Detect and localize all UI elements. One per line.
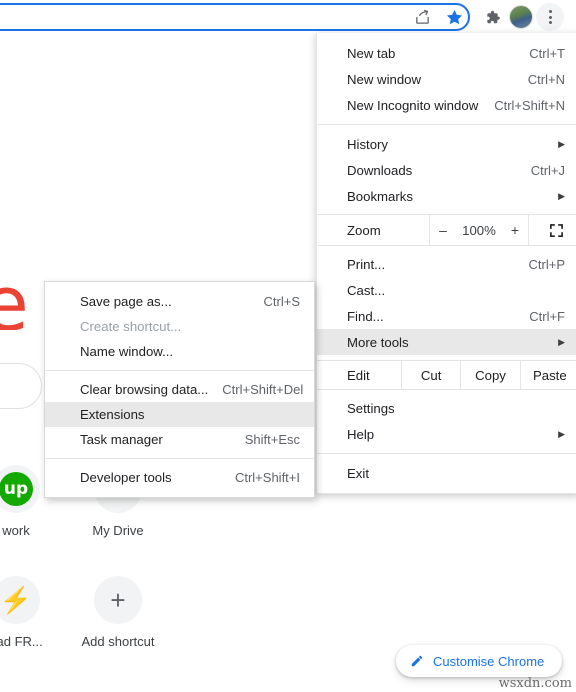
menu-item-settings[interactable]: Settings	[317, 395, 576, 421]
three-dot-menu-icon[interactable]	[536, 3, 564, 31]
menu-item-shortcut: Ctrl+J	[530, 162, 565, 178]
more-tools-submenu: Save page as... Ctrl+S Create shortcut..…	[44, 281, 315, 498]
submenu-item-label: Save page as...	[80, 294, 172, 309]
chevron-right-icon: ▶	[558, 336, 565, 347]
submenu-item-shortcut: Shift+Esc	[244, 432, 300, 447]
edit-row: Edit Cut Copy Paste	[317, 360, 576, 390]
menu-item-label: More tools	[347, 334, 409, 350]
paste-button[interactable]: Paste	[519, 361, 576, 389]
menu-item-shortcut: Ctrl+T	[529, 45, 565, 61]
zoom-level-value: 100%	[462, 222, 496, 238]
menu-button-background	[536, 3, 564, 31]
customise-chrome-button[interactable]: Customise Chrome	[396, 645, 563, 677]
avatar-image	[509, 5, 533, 29]
submenu-item-shortcut: Ctrl+S	[263, 294, 300, 309]
zoom-in-button[interactable]: +	[502, 222, 528, 238]
menu-item-label: Help	[347, 426, 375, 442]
profile-avatar[interactable]	[507, 3, 535, 31]
bookmark-star-icon[interactable]	[440, 3, 468, 31]
puzzle-extensions-icon[interactable]	[478, 3, 506, 31]
shortcut-tile-label: My Drive	[92, 523, 144, 538]
menu-item-label: Settings	[347, 400, 395, 416]
submenu-item-label: Name window...	[80, 344, 174, 359]
menu-item-cast[interactable]: Cast...	[317, 277, 576, 303]
menu-dot	[548, 15, 552, 19]
menu-item-label: History	[347, 136, 389, 152]
address-bar[interactable]	[0, 3, 470, 31]
menu-item-shortcut: Ctrl+Shift+N	[494, 97, 565, 113]
plus-glyph: +	[110, 585, 126, 615]
submenu-item-extensions[interactable]: Extensions	[45, 402, 314, 427]
menu-dot	[548, 21, 552, 24]
menu-item-label: Find...	[347, 308, 384, 324]
fullscreen-icon[interactable]	[528, 215, 576, 245]
menu-item-shortcut: Ctrl+P	[528, 256, 565, 272]
chevron-right-icon: ▶	[558, 138, 565, 149]
customise-chrome-label: Customise Chrome	[433, 653, 545, 669]
menu-item-label: Exit	[347, 465, 369, 481]
submenu-item-label: Task manager	[80, 432, 163, 447]
menu-item-label: New window	[347, 71, 422, 87]
zap-glyph: ⚡	[0, 585, 33, 615]
zoom-label: Zoom	[347, 222, 381, 238]
menu-item-more-tools[interactable]: More tools ▶	[317, 329, 576, 355]
chevron-right-icon: ▶	[558, 190, 565, 201]
menu-item-help[interactable]: Help ▶	[317, 421, 576, 447]
menu-item-downloads[interactable]: Downloads Ctrl+J	[317, 157, 576, 183]
zap-icon: ⚡	[0, 576, 40, 624]
upwork-glyph: up	[0, 472, 33, 506]
menu-item-label: Cast...	[347, 282, 386, 298]
menu-item-shortcut: Ctrl+F	[529, 308, 565, 324]
menu-item-history[interactable]: History ▶	[317, 131, 576, 157]
watermark: wsxdn.com	[498, 676, 572, 691]
menu-item-bookmarks[interactable]: Bookmarks ▶	[317, 183, 576, 209]
menu-separator	[317, 453, 576, 454]
chrome-main-menu: New tab Ctrl+T New window Ctrl+N New Inc…	[316, 33, 576, 494]
zoom-out-button[interactable]: –	[430, 222, 456, 238]
chevron-right-icon: ▶	[558, 428, 565, 439]
pencil-icon	[410, 654, 424, 668]
plus-icon: +	[94, 576, 142, 624]
menu-item-shortcut: Ctrl+N	[527, 71, 565, 87]
add-shortcut-tile[interactable]: + Add shortcut	[62, 576, 174, 649]
menu-item-exit[interactable]: Exit	[317, 460, 576, 486]
menu-item-label: New tab	[347, 45, 396, 61]
zoom-controls: – 100% +	[429, 215, 528, 245]
upwork-icon: up	[0, 465, 40, 513]
cut-button[interactable]: Cut	[401, 361, 460, 389]
submenu-item-create-shortcut: Create shortcut...	[45, 314, 314, 339]
menu-item-new-tab[interactable]: New tab Ctrl+T	[317, 40, 576, 66]
zoom-row: Zoom – 100% +	[317, 214, 576, 246]
share-icon[interactable]	[408, 3, 436, 31]
copy-button[interactable]: Copy	[460, 361, 519, 389]
submenu-item-clear-browsing-data[interactable]: Clear browsing data... Ctrl+Shift+Del	[45, 377, 314, 402]
menu-item-find[interactable]: Find... Ctrl+F	[317, 303, 576, 329]
menu-item-label: Print...	[347, 256, 386, 272]
menu-item-label: New Incognito window	[347, 97, 479, 113]
submenu-item-developer-tools[interactable]: Developer tools Ctrl+Shift+I	[45, 465, 314, 490]
browser-toolbar	[0, 0, 576, 34]
submenu-item-shortcut: Ctrl+Shift+Del	[222, 382, 304, 397]
submenu-item-save-page-as[interactable]: Save page as... Ctrl+S	[45, 289, 314, 314]
menu-item-new-incognito-window[interactable]: New Incognito window Ctrl+Shift+N	[317, 92, 576, 118]
submenu-item-task-manager[interactable]: Task manager Shift+Esc	[45, 427, 314, 452]
submenu-separator	[45, 370, 314, 371]
menu-item-new-window[interactable]: New window Ctrl+N	[317, 66, 576, 92]
search-box-fragment[interactable]	[0, 363, 42, 409]
shortcut-tile-label: Add shortcut	[81, 634, 155, 649]
submenu-item-shortcut: Ctrl+Shift+I	[234, 470, 300, 485]
menu-dot	[548, 10, 552, 13]
submenu-separator	[45, 458, 314, 459]
menu-item-label: Bookmarks	[347, 188, 413, 204]
google-logo-fragment: e	[0, 278, 28, 330]
menu-item-label: Downloads	[347, 162, 413, 178]
menu-item-print[interactable]: Print... Ctrl+P	[317, 251, 576, 277]
submenu-item-label: Create shortcut...	[80, 319, 182, 334]
submenu-item-label: Extensions	[80, 407, 145, 422]
submenu-item-label: Clear browsing data...	[80, 382, 209, 397]
edit-label: Edit	[347, 367, 370, 383]
submenu-item-label: Developer tools	[80, 470, 172, 485]
menu-separator	[317, 124, 576, 125]
submenu-item-name-window[interactable]: Name window...	[45, 339, 314, 364]
